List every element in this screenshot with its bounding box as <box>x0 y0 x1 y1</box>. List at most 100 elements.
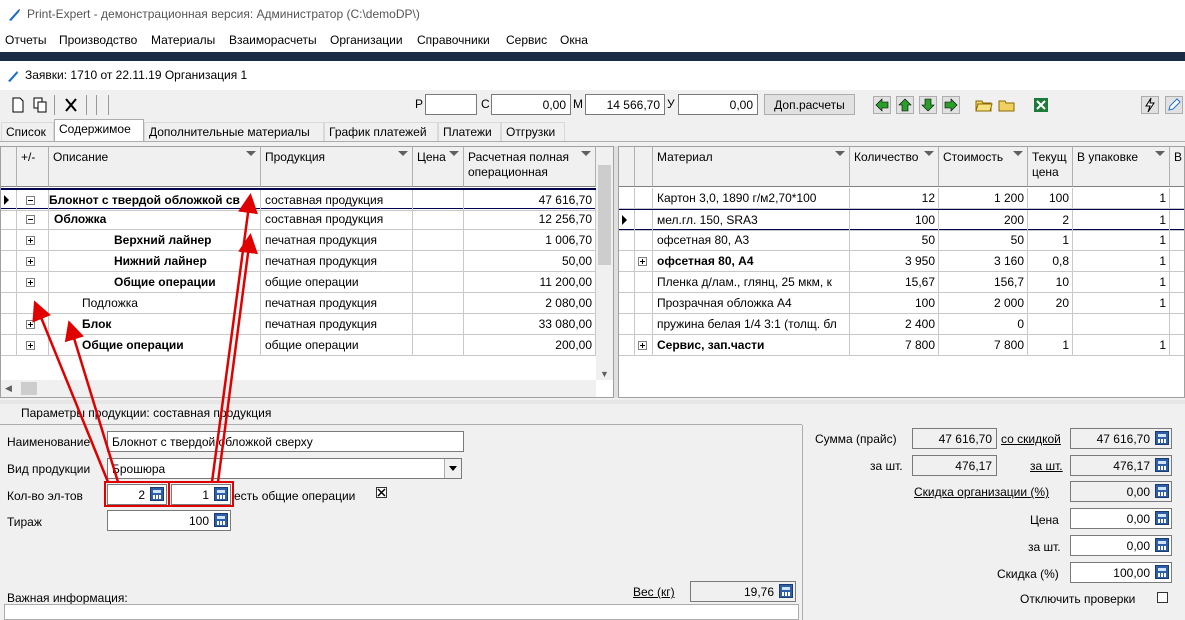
expand-cell[interactable] <box>635 335 653 356</box>
description-cell[interactable]: Подложка <box>49 293 261 314</box>
calculator-icon[interactable] <box>779 584 793 598</box>
in-pack-cell[interactable]: 1 <box>1073 230 1170 251</box>
calculator-icon[interactable] <box>1155 565 1169 579</box>
vertical-scrollbar[interactable]: ▼ <box>596 147 613 380</box>
material-cell[interactable]: офсетная 80, А3 <box>653 230 850 251</box>
calculator-icon[interactable] <box>1155 431 1169 445</box>
quantity-cell[interactable]: 7 800 <box>850 335 939 356</box>
col-in-pack[interactable]: В упаковке <box>1073 147 1170 187</box>
col-material[interactable]: Материал <box>653 147 850 187</box>
expand-cell[interactable] <box>17 209 49 230</box>
table-row[interactable]: Пленка д/лам., глянц, 25 мкм, к 15,67 156,… <box>619 272 1184 293</box>
scroll-thumb[interactable] <box>598 165 611 265</box>
expand-icon[interactable] <box>26 278 35 287</box>
copy-icon[interactable] <box>31 96 49 114</box>
table-row[interactable]: Блок печатная продукция 33 080,00 <box>1 314 596 335</box>
calculator-icon[interactable] <box>1155 511 1169 525</box>
current-price-cell[interactable]: 20 <box>1028 293 1073 314</box>
col-plusminus[interactable]: +/- <box>17 147 49 187</box>
in-pack-cell[interactable]: 1 <box>1073 210 1170 231</box>
row-indicator[interactable] <box>1 272 17 293</box>
dropdown-icon[interactable] <box>246 151 256 156</box>
material-cell[interactable]: Прозрачная обложка А4 <box>653 293 850 314</box>
col-extra[interactable]: В <box>1170 147 1184 187</box>
row-indicator[interactable] <box>619 210 635 231</box>
in-pack-cell[interactable]: 1 <box>1073 188 1170 209</box>
price-cell[interactable] <box>413 335 464 356</box>
scroll-thumb[interactable] <box>21 382 37 395</box>
in-pack-cell[interactable] <box>1073 314 1170 335</box>
arrow-down-icon[interactable] <box>919 96 937 114</box>
description-cell[interactable]: Блокнот с твердой обложкой св <box>49 190 261 211</box>
col-quantity[interactable]: Количество <box>850 147 939 187</box>
expand-cell[interactable] <box>17 190 49 211</box>
current-price-cell[interactable]: 1 <box>1028 230 1073 251</box>
menu-organizations[interactable]: Организации <box>330 33 403 47</box>
product-cell[interactable]: общие операции <box>261 272 413 293</box>
folder-icon[interactable] <box>998 96 1016 114</box>
chevron-down-icon[interactable] <box>444 459 461 478</box>
quantity-cell[interactable]: 12 <box>850 188 939 209</box>
kind-select[interactable]: Брошюра <box>107 458 462 479</box>
quantity-cell[interactable]: 3 950 <box>850 251 939 272</box>
menu-references[interactable]: Справочники <box>417 33 490 47</box>
extra-cell[interactable] <box>1170 210 1184 231</box>
col-cost[interactable]: Стоимость <box>939 147 1028 187</box>
dropdown-icon[interactable] <box>398 151 408 156</box>
row-indicator[interactable] <box>619 230 635 251</box>
table-row[interactable]: Подложка печатная продукция 2 080,00 <box>1 293 596 314</box>
menu-service[interactable]: Сервис <box>506 33 547 47</box>
description-cell[interactable]: Общие операции <box>49 272 261 293</box>
product-cell[interactable]: печатная продукция <box>261 314 413 335</box>
quantity-cell[interactable]: 100 <box>850 210 939 231</box>
description-cell[interactable]: Общие операции <box>49 335 261 356</box>
table-row[interactable]: Прозрачная обложка А4 100 2 000 20 1 <box>619 293 1184 314</box>
product-cell[interactable]: печатная продукция <box>261 251 413 272</box>
expand-cell[interactable] <box>17 251 49 272</box>
row-indicator[interactable] <box>1 314 17 335</box>
extra-cell[interactable] <box>1170 293 1184 314</box>
arrow-right-icon[interactable] <box>942 96 960 114</box>
expand-icon[interactable] <box>26 257 35 266</box>
cost-cell[interactable]: 0 <box>939 314 1028 335</box>
dropdown-icon[interactable] <box>1013 151 1023 156</box>
row-indicator[interactable] <box>619 314 635 335</box>
row-indicator[interactable] <box>1 190 17 211</box>
extra-cell[interactable] <box>1170 335 1184 356</box>
menu-materials[interactable]: Материалы <box>151 33 215 47</box>
table-row[interactable]: Обложка составная продукция 12 256,70 <box>1 209 596 230</box>
price-cell[interactable] <box>413 209 464 230</box>
in-pack-cell[interactable]: 1 <box>1073 335 1170 356</box>
tab-payment-schedule[interactable]: График платежей <box>324 122 438 141</box>
quantity-cell[interactable]: 15,67 <box>850 272 939 293</box>
info-textarea[interactable] <box>4 604 799 620</box>
products-grid[interactable]: +/- Описание Продукция Цена Расчетная по… <box>0 146 614 398</box>
expand-icon[interactable] <box>26 341 35 350</box>
price-cell[interactable] <box>413 230 464 251</box>
discount-link[interactable]: со скидкой <box>1001 432 1061 446</box>
dropdown-icon[interactable] <box>924 151 934 156</box>
open-folder-icon[interactable] <box>975 96 993 114</box>
m-field[interactable]: 14 566,70 <box>585 94 665 115</box>
row-indicator[interactable] <box>619 293 635 314</box>
expand-icon[interactable] <box>638 257 647 266</box>
expand-cell[interactable] <box>635 251 653 272</box>
expand-icon[interactable] <box>26 320 35 329</box>
quantity-cell[interactable]: 50 <box>850 230 939 251</box>
expand-icon[interactable] <box>26 236 35 245</box>
material-cell[interactable]: пружина белая 1/4 3:1 (толщ. бл <box>653 314 850 335</box>
table-row[interactable]: мел.гл. 150, SRA3 100 200 2 1 <box>619 209 1184 231</box>
collapse-icon[interactable] <box>26 196 35 205</box>
material-cell[interactable]: Картон 3,0, 1890 г/м2,70*100 <box>653 188 850 209</box>
product-cell[interactable]: составная продукция <box>261 209 413 230</box>
calculator-icon[interactable] <box>1155 538 1169 552</box>
total-cell[interactable]: 33 080,00 <box>464 314 596 335</box>
price-cell[interactable] <box>413 190 464 211</box>
arrow-up-icon[interactable] <box>896 96 914 114</box>
cost-cell[interactable]: 2 000 <box>939 293 1028 314</box>
row-indicator[interactable] <box>619 251 635 272</box>
dropdown-icon[interactable] <box>1155 151 1165 156</box>
row-indicator[interactable] <box>1 293 17 314</box>
row-indicator[interactable] <box>619 272 635 293</box>
description-cell[interactable]: Нижний лайнер <box>49 251 261 272</box>
